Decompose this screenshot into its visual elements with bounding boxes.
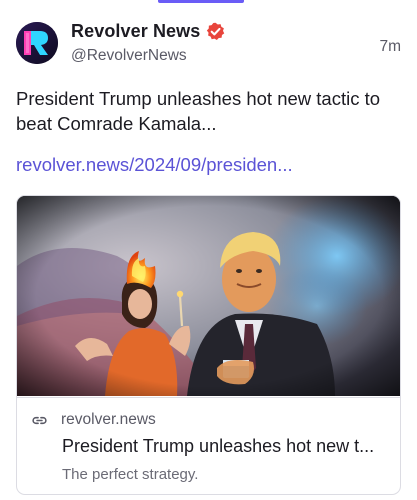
verified-badge-icon <box>206 22 225 41</box>
card-description: The perfect strategy. <box>62 466 199 483</box>
card-domain-row: revolver.news <box>31 411 156 429</box>
card-image[interactable] <box>17 196 400 396</box>
post-header: Revolver News @RevolverNews 7m <box>16 18 401 68</box>
link-preview-card[interactable]: revolver.news President Trump unleashes … <box>16 195 401 495</box>
name-row: Revolver News <box>71 21 225 42</box>
display-name[interactable]: Revolver News <box>71 21 200 42</box>
avatar[interactable] <box>16 22 58 64</box>
card-illustration <box>17 196 400 396</box>
card-meta: revolver.news President Trump unleashes … <box>17 397 400 483</box>
revolver-logo-icon <box>16 22 58 64</box>
post-link[interactable]: revolver.news/2024/09/presiden... <box>16 154 293 176</box>
link-icon <box>31 412 48 429</box>
active-tab-indicator <box>158 0 244 3</box>
card-title[interactable]: President Trump unleashes hot new t... <box>62 436 392 457</box>
post-text: President Trump unleashes hot new tactic… <box>16 88 381 134</box>
handle[interactable]: @RevolverNews <box>71 47 187 65</box>
timestamp[interactable]: 7m <box>379 38 401 56</box>
card-domain: revolver.news <box>61 411 156 428</box>
